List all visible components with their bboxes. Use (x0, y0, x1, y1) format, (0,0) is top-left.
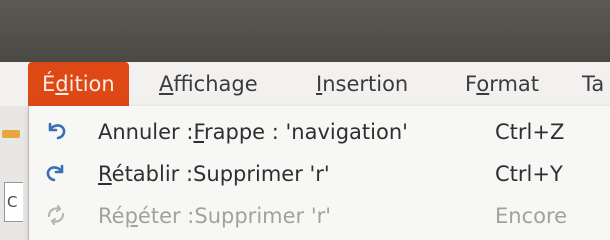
menu-edition[interactable]: Édition (28, 62, 129, 106)
menu-item-annuler[interactable]: Annuler :Frappe : 'navigation' Ctrl+Z (28, 110, 610, 154)
menu-tableau-truncated[interactable]: Ta (582, 62, 604, 106)
menu-item-retablir[interactable]: Rétablir :Supprimer 'r' Ctrl+Y (28, 152, 610, 196)
menu-item-label: Rétablir :Supprimer 'r' (98, 162, 330, 186)
window-titlebar (0, 0, 610, 62)
background-window-edge: C (0, 106, 28, 240)
redo-icon (44, 161, 68, 185)
document-fragment: C (4, 182, 23, 222)
menu-affichage[interactable]: Affichage (159, 62, 258, 106)
menu-item-label: Annuler :Frappe : 'navigation' (98, 120, 408, 144)
repeat-icon (44, 203, 68, 227)
menu-format[interactable]: Format (465, 62, 539, 106)
shortcut-label: Encore (495, 204, 568, 228)
undo-icon (44, 119, 68, 143)
toolbar-icon-fragment (2, 130, 20, 138)
shortcut-label: Ctrl+Z (495, 120, 565, 144)
menu-item-repeter: Répéter :Supprimer 'r' Encore (28, 194, 610, 238)
menu-item-label: Répéter :Supprimer 'r' (98, 204, 332, 228)
menu-insertion[interactable]: Insertion (316, 62, 408, 106)
shortcut-label: Ctrl+Y (495, 162, 563, 186)
